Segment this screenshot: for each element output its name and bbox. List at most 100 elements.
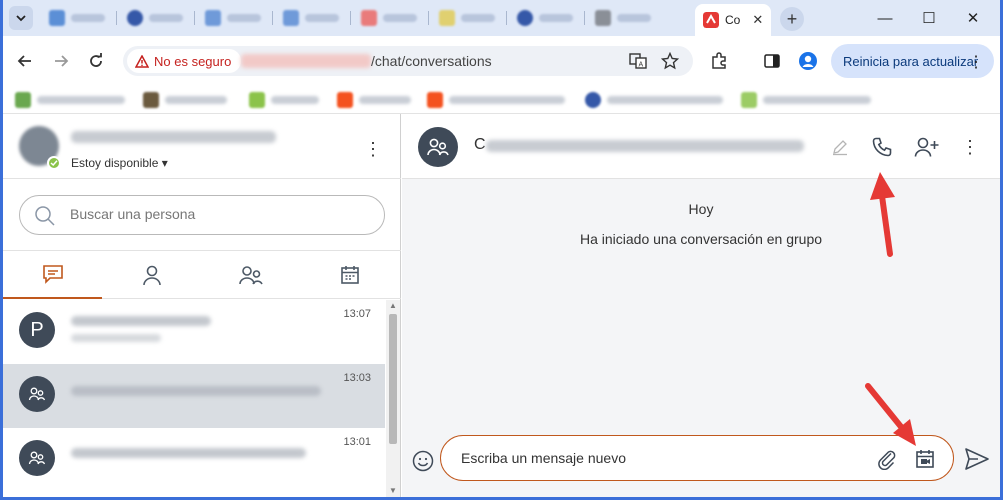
schedule-meeting-button[interactable] (913, 447, 937, 471)
conversation-time: 13:03 (343, 372, 371, 384)
tab-strip: Co ✕ + — ☐ ✕ (3, 0, 1000, 36)
profile-header: Estoy disponible ▾ ⋮ (3, 114, 401, 179)
emoji-icon (412, 450, 434, 472)
warning-icon (135, 54, 149, 68)
browser-window: Co ✕ + — ☐ ✕ No es seguro /chat/conversa… (3, 0, 1000, 497)
tab-favicon-icon (439, 10, 455, 26)
bookmark-item[interactable] (15, 91, 125, 109)
avatar: P (19, 312, 55, 348)
translate-icon[interactable]: A (628, 51, 648, 71)
bookmark-item[interactable] (337, 91, 411, 109)
bookmark-item[interactable] (741, 91, 871, 109)
chevron-down-icon (16, 15, 26, 22)
bookmark-item[interactable] (249, 91, 319, 109)
emoji-button[interactable] (411, 449, 435, 473)
calendar-icon (340, 266, 359, 284)
send-button[interactable] (963, 445, 991, 473)
app-favicon-icon (703, 12, 719, 28)
attach-file-button[interactable] (875, 447, 899, 471)
chat-menu-icon[interactable]: ⋮ (960, 135, 980, 159)
search-input[interactable] (70, 206, 370, 222)
tab-contacts[interactable] (102, 251, 201, 299)
close-tab-icon[interactable]: ✕ (752, 12, 763, 28)
bookmark-item[interactable] (427, 91, 565, 109)
group-icon (28, 451, 46, 465)
reload-button[interactable] (84, 49, 108, 73)
browser-tab[interactable] (353, 5, 429, 31)
profile-menu-icon[interactable]: ⋮ (363, 137, 383, 161)
chat-bubble-icon (42, 265, 63, 284)
back-button[interactable] (13, 49, 37, 73)
extensions-icon[interactable] (707, 49, 731, 73)
browser-tab[interactable] (119, 5, 195, 31)
tab-favicon-icon (595, 10, 611, 26)
browser-tab[interactable] (41, 5, 117, 31)
arrow-left-icon (17, 55, 31, 67)
browser-tab[interactable] (509, 5, 585, 31)
bookmark-item[interactable] (585, 91, 723, 109)
browser-tab[interactable] (587, 5, 663, 31)
chat-panel: C ⋮ Hoy Ha iniciado una conversación en … (402, 114, 1000, 497)
message-input[interactable] (461, 450, 841, 466)
tab-groups[interactable] (201, 251, 300, 299)
conversation-item-selected[interactable]: 13:03 (3, 364, 385, 428)
conversation-preview-redacted (71, 334, 161, 342)
search-box[interactable] (19, 195, 385, 235)
call-button[interactable] (869, 134, 895, 160)
forward-button[interactable] (49, 49, 73, 73)
security-indicator[interactable]: No es seguro (127, 49, 242, 73)
edit-title-icon[interactable] (827, 134, 853, 160)
conversation-name-redacted (71, 386, 321, 396)
calendar-video-icon (916, 450, 934, 468)
side-panel-icon[interactable] (760, 49, 784, 73)
active-tab-title: Co (725, 13, 741, 27)
browser-tab[interactable] (431, 5, 507, 31)
chat-title-redacted (486, 140, 804, 152)
sidebar-tabs (3, 251, 401, 299)
scroll-down-icon[interactable]: ▼ (389, 487, 397, 495)
active-browser-tab[interactable]: Co ✕ (695, 4, 771, 36)
conversation-time: 13:01 (343, 436, 371, 448)
profile-name-redacted (71, 131, 276, 143)
group-icon (28, 387, 46, 401)
browser-menu-icon[interactable]: ⋮ (968, 52, 984, 72)
day-separator: Hoy (688, 201, 714, 217)
arrow-right-icon (55, 55, 69, 67)
bookmark-item[interactable] (143, 91, 227, 109)
tab-favicon-icon (205, 10, 221, 26)
tab-conversations[interactable] (3, 251, 102, 299)
conversation-item[interactable]: P 13:07 (3, 300, 385, 364)
group-icon (238, 266, 263, 285)
conversation-name-redacted (71, 316, 211, 326)
minimize-button[interactable]: — (872, 6, 898, 30)
sidebar: Estoy disponible ▾ ⋮ Buscar una persona … (3, 114, 401, 497)
profile-avatar-icon[interactable] (796, 49, 820, 73)
tab-favicon-icon (361, 10, 377, 26)
tab-search-button[interactable] (9, 6, 33, 30)
chat-title-initial: C (474, 136, 486, 153)
security-label: No es seguro (154, 53, 232, 69)
maximize-button[interactable]: ☐ (916, 6, 942, 30)
address-bar[interactable]: No es seguro /chat/conversations A (123, 46, 693, 76)
browser-tab[interactable] (275, 5, 351, 31)
presence-status-dropdown[interactable]: Estoy disponible ▾ (71, 156, 168, 170)
group-avatar[interactable] (418, 127, 458, 167)
conversation-item[interactable]: 13:01 (3, 428, 385, 492)
chat-app: Estoy disponible ▾ ⋮ Buscar una persona … (3, 114, 1000, 497)
scrollbar-thumb[interactable] (389, 314, 397, 444)
group-icon (427, 138, 449, 156)
restart-to-update-button[interactable]: Reinicia para actualizar ⋮ (831, 44, 994, 78)
bookmark-star-icon[interactable] (660, 51, 680, 71)
close-window-button[interactable]: ✕ (960, 6, 986, 30)
scroll-up-icon[interactable]: ▲ (389, 302, 397, 310)
message-composer[interactable] (440, 435, 954, 481)
tab-calendar[interactable] (300, 251, 399, 299)
conversation-scrollbar[interactable]: ▲ ▼ (386, 300, 400, 497)
chat-header: C ⋮ (402, 114, 1000, 179)
browser-tab[interactable] (197, 5, 273, 31)
new-tab-button[interactable]: + (780, 7, 804, 31)
bookmarks-bar (3, 86, 1000, 114)
add-participant-button[interactable] (914, 134, 940, 160)
search-section (3, 179, 401, 251)
group-avatar (19, 376, 55, 412)
